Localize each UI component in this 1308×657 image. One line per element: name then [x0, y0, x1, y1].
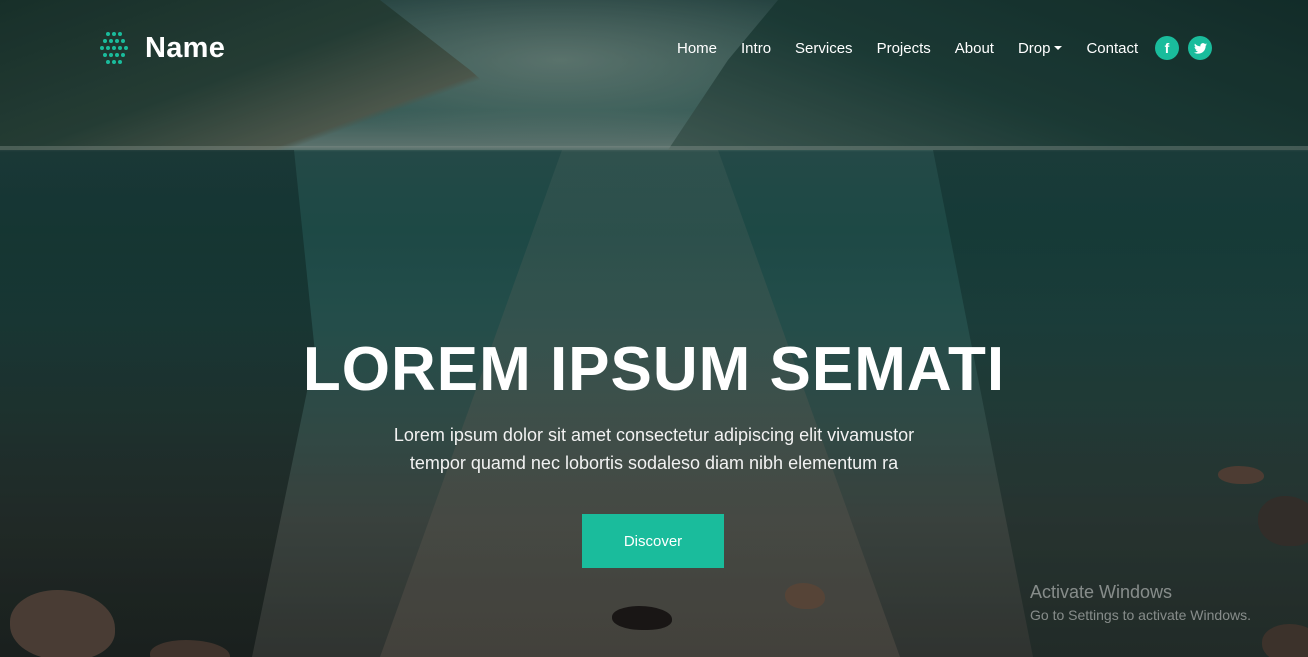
nav-item-about[interactable]: About	[955, 40, 994, 57]
twitter-icon[interactable]	[1188, 36, 1212, 60]
brand-link[interactable]: Name	[95, 30, 225, 66]
nav-item-drop[interactable]: Drop	[1018, 40, 1063, 57]
twitter-bird-icon	[1193, 42, 1207, 54]
nav-item-projects[interactable]: Projects	[877, 40, 931, 57]
nav-item-home[interactable]: Home	[677, 40, 717, 57]
hero-subtitle-line: tempor quamd nec lobortis sodaleso diam …	[409, 453, 899, 473]
hero-headline: LOREM IPSUM SEMATI	[302, 335, 1006, 404]
social-links: f	[1155, 36, 1212, 60]
brand-name: Name	[145, 31, 226, 64]
main-nav: Home Intro Services Projects About Drop …	[677, 38, 1162, 58]
watermark-subtitle: Go to Settings to activate Windows.	[1030, 607, 1251, 623]
activate-windows-watermark: Activate Windows Go to Settings to activ…	[1030, 581, 1251, 625]
discover-button[interactable]: Discover	[582, 514, 724, 568]
hero-subtitle-line: Lorem ipsum dolor sit amet consectetur a…	[393, 425, 915, 445]
hero-subtitle: Lorem ipsum dolor sit amet consectetur a…	[354, 421, 954, 477]
nav-item-drop-label: Drop	[1017, 39, 1051, 57]
facebook-icon[interactable]: f	[1155, 36, 1179, 60]
nav-item-intro[interactable]: Intro	[741, 40, 771, 57]
nav-item-services[interactable]: Services	[795, 40, 853, 57]
nav-item-contact[interactable]: Contact	[1086, 40, 1138, 57]
watermark-title: Activate Windows	[1030, 582, 1173, 602]
caret-down-icon	[1054, 46, 1063, 50]
dotted-hexagon-logo-icon	[100, 32, 128, 64]
